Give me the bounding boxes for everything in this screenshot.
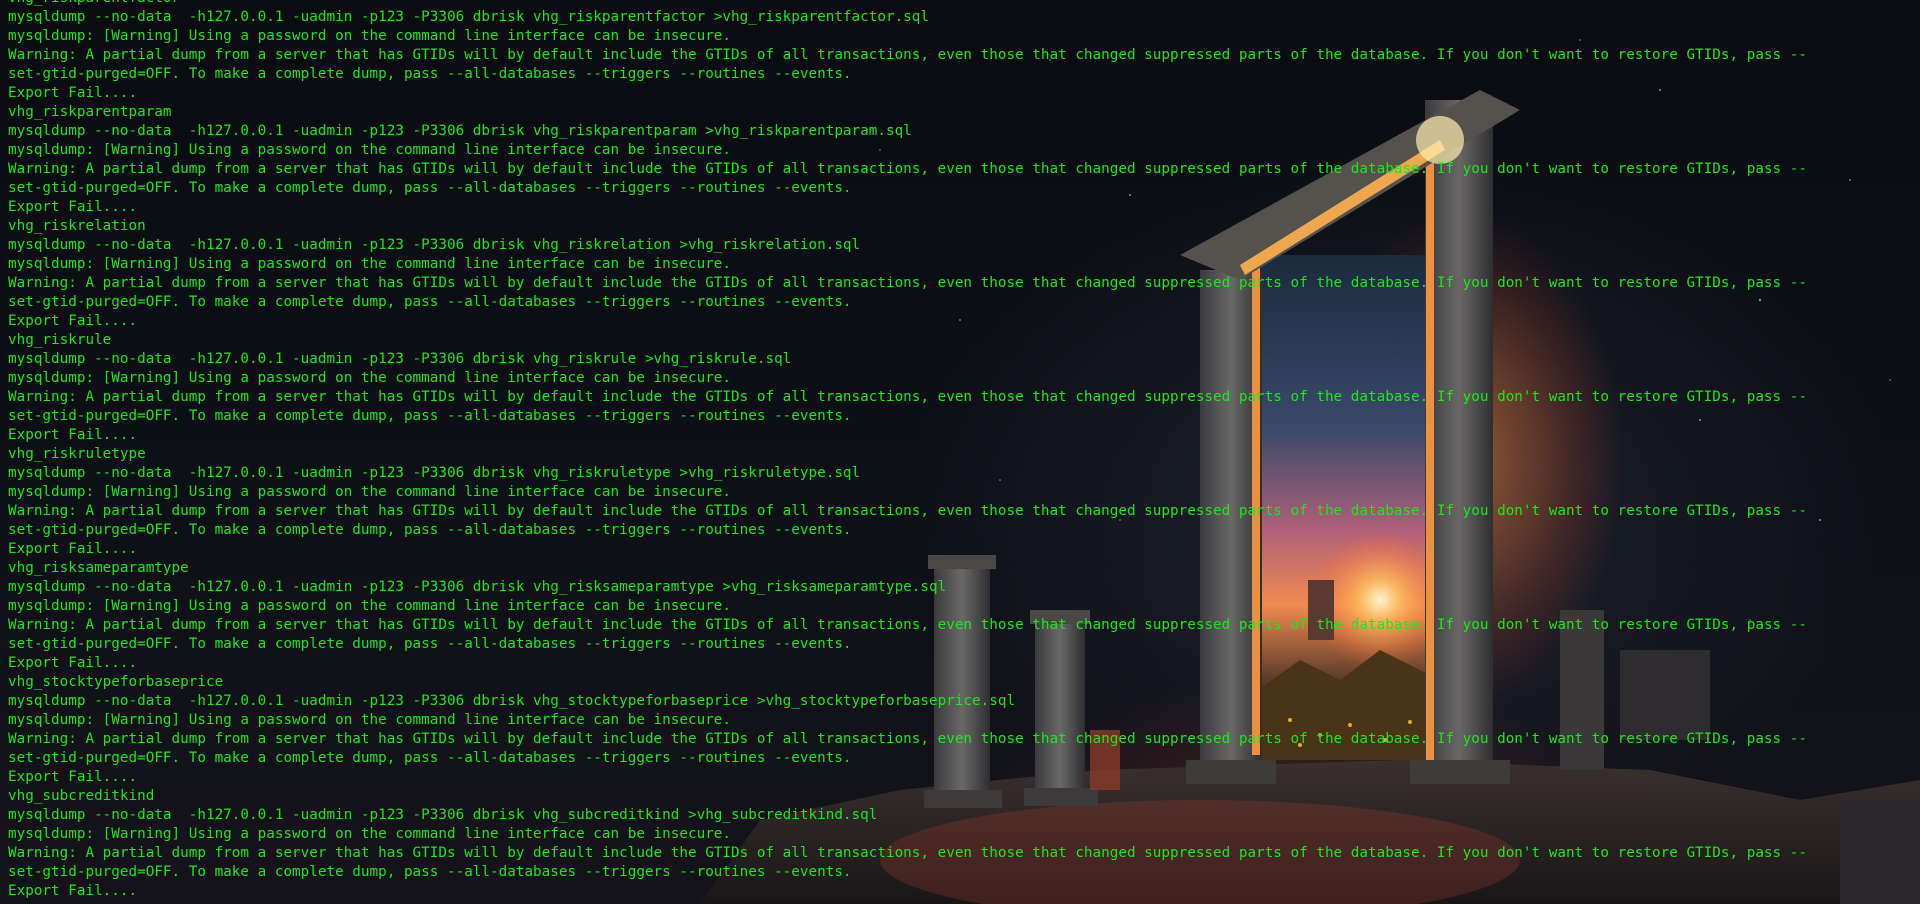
warning-line: mysqldump: [Warning] Using a password on… <box>8 598 732 614</box>
warning-line: Warning: A partial dump from a server th… <box>8 845 1807 861</box>
table-name-line: vhg_riskrelation <box>8 218 146 234</box>
table-name-line: vhg_riskparentparam <box>8 104 172 120</box>
warning-line: set-gtid-purged=OFF. To make a complete … <box>8 864 852 880</box>
status-line: Export Fail.... <box>8 769 138 785</box>
warning-line: set-gtid-purged=OFF. To make a complete … <box>8 522 852 538</box>
warning-line: Warning: A partial dump from a server th… <box>8 47 1807 63</box>
command-line: mysqldump --no-data -h127.0.0.1 -uadmin … <box>8 579 947 595</box>
warning-line: Warning: A partial dump from a server th… <box>8 617 1807 633</box>
status-line: Export Fail.... <box>8 655 138 671</box>
warning-line: set-gtid-purged=OFF. To make a complete … <box>8 750 852 766</box>
status-line: Export Fail.... <box>8 883 138 899</box>
warning-line: Warning: A partial dump from a server th… <box>8 503 1807 519</box>
table-name-line: vhg_riskparentfactor <box>8 0 1807 8</box>
command-line: mysqldump --no-data -h127.0.0.1 -uadmin … <box>8 9 929 25</box>
status-line: Export Fail.... <box>8 199 138 215</box>
warning-line: mysqldump: [Warning] Using a password on… <box>8 256 732 272</box>
warning-line: set-gtid-purged=OFF. To make a complete … <box>8 66 852 82</box>
command-line: mysqldump --no-data -h127.0.0.1 -uadmin … <box>8 351 792 367</box>
warning-line: mysqldump: [Warning] Using a password on… <box>8 484 732 500</box>
table-name-line: vhg_riskruletype <box>8 446 146 462</box>
command-line: mysqldump --no-data -h127.0.0.1 -uadmin … <box>8 123 912 139</box>
warning-line: mysqldump: [Warning] Using a password on… <box>8 826 732 842</box>
status-line: Export Fail.... <box>8 541 138 557</box>
terminal-output: vhg_riskparentfactormysqldump --no-data … <box>8 0 1807 901</box>
table-name-line: vhg_stocktypeforbaseprice <box>8 674 224 690</box>
table-name-line: vhg_riskrule <box>8 332 112 348</box>
command-line: mysqldump --no-data -h127.0.0.1 -uadmin … <box>8 465 861 481</box>
command-line: mysqldump --no-data -h127.0.0.1 -uadmin … <box>8 807 878 823</box>
warning-line: Warning: A partial dump from a server th… <box>8 161 1807 177</box>
warning-line: set-gtid-purged=OFF. To make a complete … <box>8 408 852 424</box>
warning-line: set-gtid-purged=OFF. To make a complete … <box>8 294 852 310</box>
warning-line: Warning: A partial dump from a server th… <box>8 731 1807 747</box>
command-line: mysqldump --no-data -h127.0.0.1 -uadmin … <box>8 237 861 253</box>
warning-line: mysqldump: [Warning] Using a password on… <box>8 712 732 728</box>
terminal-window[interactable]: vhg_riskparentfactormysqldump --no-data … <box>0 0 1920 904</box>
warning-line: set-gtid-purged=OFF. To make a complete … <box>8 636 852 652</box>
warning-line: mysqldump: [Warning] Using a password on… <box>8 142 732 158</box>
warning-line: set-gtid-purged=OFF. To make a complete … <box>8 180 852 196</box>
table-name-line: vhg_subcreditkind <box>8 788 155 804</box>
warning-line: Warning: A partial dump from a server th… <box>8 275 1807 291</box>
warning-line: mysqldump: [Warning] Using a password on… <box>8 28 732 44</box>
status-line: Export Fail.... <box>8 85 138 101</box>
table-name-line: vhg_risksameparamtype <box>8 560 189 576</box>
status-line: Export Fail.... <box>8 313 138 329</box>
status-line: Export Fail.... <box>8 427 138 443</box>
warning-line: mysqldump: [Warning] Using a password on… <box>8 370 732 386</box>
command-line: mysqldump --no-data -h127.0.0.1 -uadmin … <box>8 693 1016 709</box>
warning-line: Warning: A partial dump from a server th… <box>8 389 1807 405</box>
